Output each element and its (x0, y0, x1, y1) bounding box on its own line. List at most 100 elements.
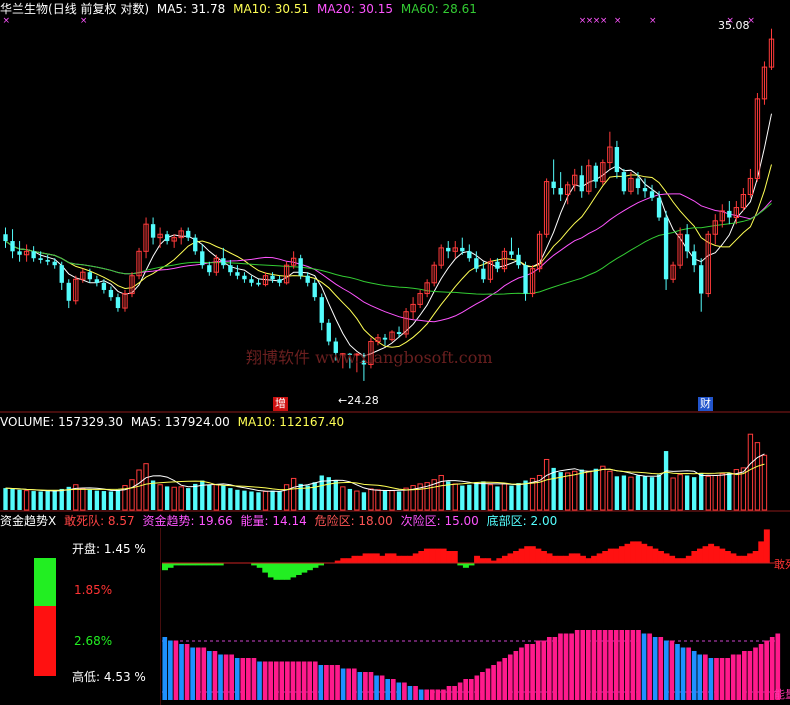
volume-bar (108, 491, 114, 510)
volume-bar (621, 475, 627, 510)
candle-down (87, 272, 93, 280)
volume-bar (516, 483, 521, 510)
trend-bar (351, 668, 357, 700)
trend-bar (669, 640, 675, 700)
candle-down (242, 275, 247, 280)
candle-down (101, 282, 107, 290)
volume-bar (663, 451, 669, 510)
volume-bar (586, 470, 592, 511)
volume-bar (699, 472, 704, 510)
candle-down (38, 258, 43, 260)
energy-area-slice (529, 546, 536, 563)
event-mark-right[interactable]: 财 (698, 397, 713, 411)
trend-bar (480, 672, 485, 700)
energy-area-slice (646, 546, 653, 563)
candle-down (164, 234, 170, 242)
candle-down (579, 175, 584, 192)
volume-bar (375, 489, 381, 511)
indicator-name: 资金趋势X (0, 514, 57, 528)
volume-bar (692, 477, 697, 510)
candle-down (319, 297, 324, 323)
energy-area-slice (680, 558, 687, 563)
energy-area-slice (763, 529, 770, 563)
open-label-text: 开盘: (72, 542, 101, 556)
energy-area-slice (474, 555, 481, 563)
energy-area-slice (295, 563, 302, 575)
trend-bar (764, 640, 769, 700)
trend-bar (357, 672, 363, 700)
energy-area-slice (696, 548, 703, 563)
volume-bar (80, 488, 86, 511)
trend-bar (368, 672, 374, 700)
trend-bar (736, 654, 742, 700)
energy-area-slice (552, 555, 559, 563)
volume-bar (186, 488, 191, 510)
energy-area-slice (256, 563, 263, 568)
candle-down (312, 282, 317, 298)
volume-bar (326, 477, 331, 510)
event-mark-left[interactable]: 增 (273, 397, 288, 411)
indicator-label-b: 资金趋势: 19.66 (142, 514, 233, 528)
stock-name[interactable]: 华兰生物 (0, 2, 48, 16)
range-bar-upper (34, 558, 56, 606)
trend-bar (335, 665, 340, 700)
energy-area-slice (290, 563, 297, 578)
candle-down (277, 279, 282, 283)
volume-bar (481, 481, 486, 510)
energy-area-slice (747, 553, 754, 563)
trend-bar (402, 682, 407, 700)
volume-bar (213, 484, 220, 511)
volume-label: VOLUME: 157329.30 (0, 415, 123, 429)
energy-area-slice (708, 543, 715, 563)
trend-bar (329, 665, 335, 700)
energy-area-slice (719, 548, 726, 563)
trend-bar (719, 658, 725, 700)
candle-down (642, 188, 648, 192)
trend-bar (429, 689, 435, 700)
candle-down (649, 191, 655, 198)
trend-bar (324, 665, 329, 700)
candle-down (115, 297, 121, 309)
volume-bar (677, 474, 683, 511)
trend-bar (502, 658, 508, 700)
candle-down (108, 289, 114, 298)
volume-bar (642, 476, 648, 510)
volume-bar (270, 490, 275, 510)
indicator-label-a: 敢死队: 8.57 (64, 514, 135, 528)
trend-bar (491, 665, 496, 700)
trend-bar (173, 640, 179, 700)
trend-bar (675, 644, 680, 700)
candle-down (256, 282, 261, 285)
volume-bar (656, 474, 662, 510)
volume-bar (495, 486, 500, 510)
volume-bar (727, 472, 732, 510)
volume-bar (10, 488, 15, 510)
energy-area-slice (635, 541, 642, 563)
trend-bar (285, 661, 290, 700)
energy-area-slice (585, 558, 592, 563)
energy-area-slice (412, 553, 419, 563)
day-range-panel: 开盘: 1.45 % 1.85% 2.68% 高低: 4.53 % (0, 528, 160, 705)
candle-down (558, 188, 563, 195)
candle-down (228, 265, 233, 273)
energy-area-slice (518, 548, 525, 563)
trend-bar (468, 679, 474, 700)
volume-bar (221, 485, 226, 510)
trend-bar (240, 658, 246, 700)
trend-bar (457, 682, 463, 700)
volume-bar (712, 474, 718, 511)
trend-bar (597, 630, 602, 700)
energy-area-slice (462, 563, 469, 568)
energy-area-slice (641, 543, 648, 563)
energy-area-slice (451, 551, 458, 563)
volume-bar (23, 490, 30, 511)
indicator-label-d: 危险区: 18.00 (314, 514, 393, 528)
trend-bar (407, 686, 413, 700)
energy-area-slice (418, 551, 425, 563)
watermark: 翔博软件 www.xiangbosoft.com (246, 348, 493, 367)
energy-area-slice (167, 563, 174, 568)
energy-area-slice (435, 548, 442, 563)
trend-bar (374, 675, 379, 700)
volume-bar (129, 479, 135, 511)
energy-area-slice (513, 551, 520, 563)
